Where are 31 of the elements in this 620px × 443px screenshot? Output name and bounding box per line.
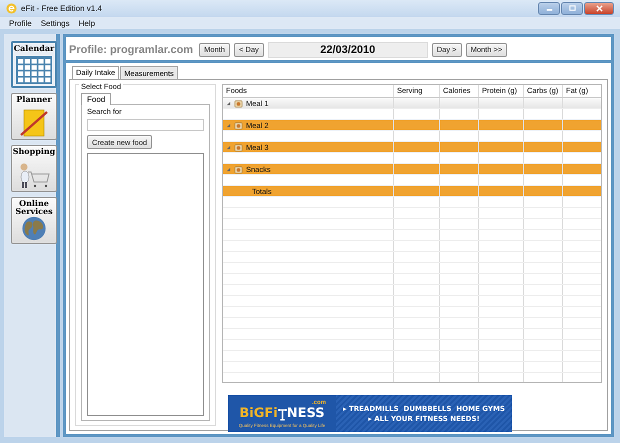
date-display: 22/03/2010 [268,42,428,58]
tab[interactable]: Food [81,93,112,105]
close-button[interactable] [584,2,614,15]
sidebar-button[interactable]: Calendar [11,41,57,88]
profile-name: Profile: programlar.com [69,44,194,56]
maximize-button[interactable] [561,2,583,15]
menu-item[interactable]: Help [78,18,96,28]
expand-arrow-icon[interactable] [226,166,231,172]
weightlifter-icon [278,408,287,420]
menu-item[interactable]: Profile [9,18,32,28]
brand-logo-text: BiGFi [239,406,278,420]
app-logo-icon [6,3,17,14]
expand-arrow-icon[interactable] [226,122,231,128]
close-icon [594,5,604,12]
calendar-icon [16,56,52,84]
food-list[interactable] [87,153,204,416]
sidebar-button[interactable]: Shopping [11,145,57,192]
expand-arrow-icon[interactable] [226,100,231,106]
minimize-button[interactable] [538,2,560,15]
expand-arrow-icon[interactable] [226,144,231,150]
sidebar-button[interactable]: Planner [11,93,57,140]
window-title: eFit - Free Edition v1.4 [21,4,102,13]
brand-logo-text: NESS [286,406,325,420]
food-icon [234,98,243,108]
search-field[interactable] [87,119,204,131]
maximize-icon [568,5,576,12]
food-icon [234,164,243,174]
food-icon [234,142,243,152]
food-icon [234,120,243,130]
sidebar-button[interactable]: Online Services [11,197,57,244]
menu-item[interactable]: Settings [40,18,70,28]
